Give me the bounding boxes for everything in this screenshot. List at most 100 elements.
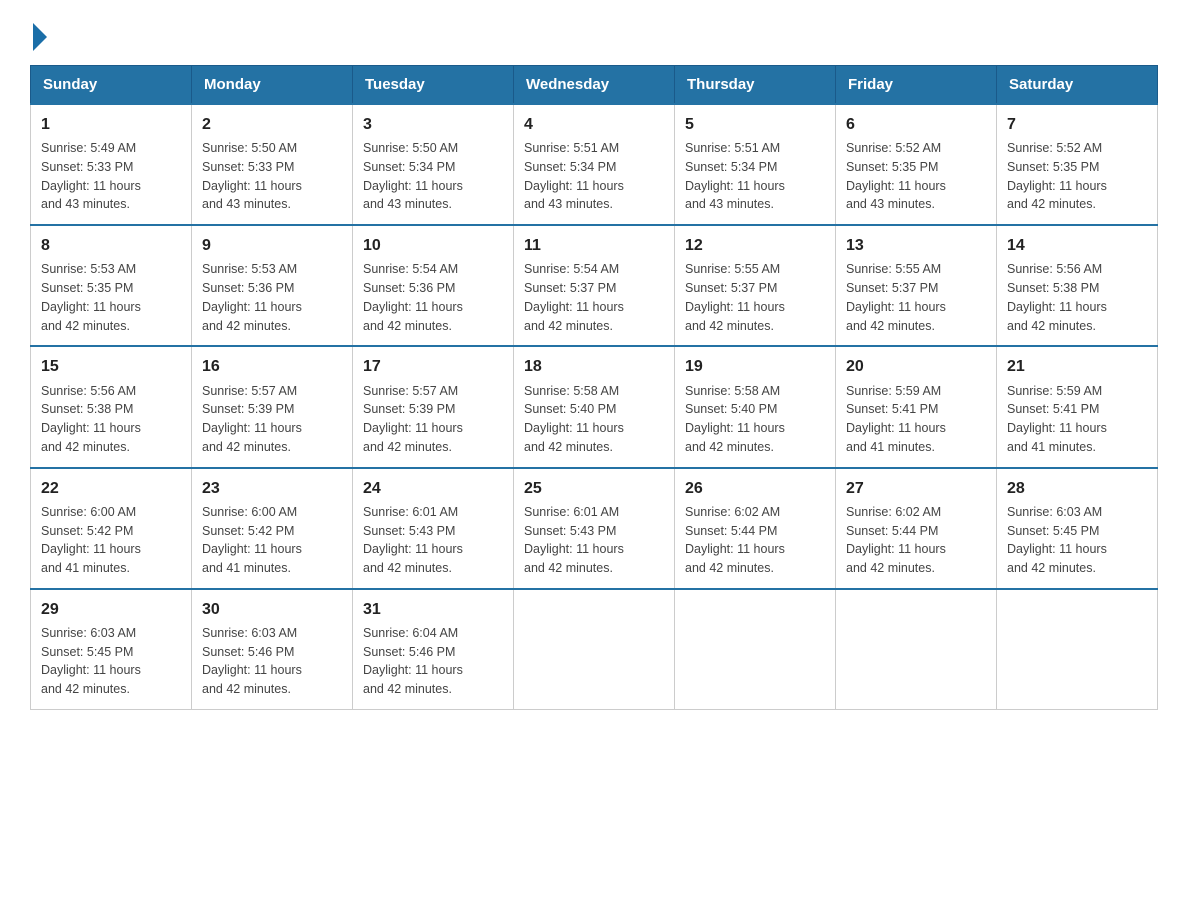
calendar-cell: 22 Sunrise: 6:00 AMSunset: 5:42 PMDayligh… [31, 468, 192, 589]
day-info: Sunrise: 6:00 AMSunset: 5:42 PMDaylight:… [41, 503, 181, 578]
day-info: Sunrise: 5:54 AMSunset: 5:37 PMDaylight:… [524, 260, 664, 335]
calendar-cell: 4Sunrise: 5:51 AMSunset: 5:34 PMDaylight… [514, 104, 675, 225]
week-row-5: 29Sunrise: 6:03 AMSunset: 5:45 PMDayligh… [31, 589, 1158, 710]
col-header-monday: Monday [192, 66, 353, 105]
calendar-cell: 18 Sunrise: 5:58 AMSunset: 5:40 PMDayligh… [514, 346, 675, 467]
day-info: Sunrise: 5:51 AMSunset: 5:34 PMDaylight:… [685, 139, 825, 214]
page-header [30, 20, 1158, 47]
calendar-cell: 2 Sunrise: 5:50 AMSunset: 5:33 PMDaylight… [192, 104, 353, 225]
calendar-cell [675, 589, 836, 710]
day-number: 3 [363, 113, 503, 136]
day-number: 27 [846, 477, 986, 500]
calendar-cell [997, 589, 1158, 710]
day-number: 2 [202, 113, 342, 136]
logo-triangle-icon [33, 23, 47, 51]
day-info: Sunrise: 5:50 AMSunset: 5:33 PMDaylight:… [202, 139, 342, 214]
day-number: 15 [41, 355, 181, 378]
calendar-cell: 19 Sunrise: 5:58 AMSunset: 5:40 PMDayligh… [675, 346, 836, 467]
day-number: 17 [363, 355, 503, 378]
logo-top [30, 25, 47, 51]
day-info: Sunrise: 5:59 AMSunset: 5:41 PMDaylight:… [1007, 382, 1147, 457]
day-info: Sunrise: 6:02 AMSunset: 5:44 PMDaylight:… [685, 503, 825, 578]
day-info: Sunrise: 5:51 AMSunset: 5:34 PMDaylight:… [524, 139, 664, 214]
day-number: 24 [363, 477, 503, 500]
day-number: 18 [524, 355, 664, 378]
day-info: Sunrise: 5:58 AMSunset: 5:40 PMDaylight:… [524, 382, 664, 457]
calendar-cell: 27 Sunrise: 6:02 AMSunset: 5:44 PMDayligh… [836, 468, 997, 589]
day-info: Sunrise: 6:04 AMSunset: 5:46 PMDaylight:… [363, 624, 503, 699]
day-info: Sunrise: 6:01 AMSunset: 5:43 PMDaylight:… [363, 503, 503, 578]
day-number: 5 [685, 113, 825, 136]
calendar-cell: 31 Sunrise: 6:04 AMSunset: 5:46 PMDayligh… [353, 589, 514, 710]
day-number: 21 [1007, 355, 1147, 378]
calendar-cell: 10Sunrise: 5:54 AMSunset: 5:36 PMDayligh… [353, 225, 514, 346]
calendar-cell: 17 Sunrise: 5:57 AMSunset: 5:39 PMDayligh… [353, 346, 514, 467]
day-info: Sunrise: 5:58 AMSunset: 5:40 PMDaylight:… [685, 382, 825, 457]
day-number: 1 [41, 113, 181, 136]
calendar-cell: 29Sunrise: 6:03 AMSunset: 5:45 PMDayligh… [31, 589, 192, 710]
col-header-wednesday: Wednesday [514, 66, 675, 105]
calendar-cell: 11 Sunrise: 5:54 AMSunset: 5:37 PMDayligh… [514, 225, 675, 346]
day-number: 23 [202, 477, 342, 500]
calendar-cell: 8Sunrise: 5:53 AMSunset: 5:35 PMDaylight… [31, 225, 192, 346]
calendar-cell: 13Sunrise: 5:55 AMSunset: 5:37 PMDayligh… [836, 225, 997, 346]
col-header-tuesday: Tuesday [353, 66, 514, 105]
day-info: Sunrise: 5:52 AMSunset: 5:35 PMDaylight:… [1007, 139, 1147, 214]
calendar-cell: 6Sunrise: 5:52 AMSunset: 5:35 PMDaylight… [836, 104, 997, 225]
calendar-cell: 14Sunrise: 5:56 AMSunset: 5:38 PMDayligh… [997, 225, 1158, 346]
logo [30, 20, 47, 47]
calendar-cell: 26 Sunrise: 6:02 AMSunset: 5:44 PMDayligh… [675, 468, 836, 589]
day-number: 13 [846, 234, 986, 257]
day-number: 22 [41, 477, 181, 500]
calendar-cell: 20 Sunrise: 5:59 AMSunset: 5:41 PMDayligh… [836, 346, 997, 467]
calendar-cell: 9 Sunrise: 5:53 AMSunset: 5:36 PMDaylight… [192, 225, 353, 346]
calendar-cell: 7 Sunrise: 5:52 AMSunset: 5:35 PMDaylight… [997, 104, 1158, 225]
day-info: Sunrise: 5:55 AMSunset: 5:37 PMDaylight:… [685, 260, 825, 335]
col-header-sunday: Sunday [31, 66, 192, 105]
col-header-friday: Friday [836, 66, 997, 105]
day-number: 26 [685, 477, 825, 500]
day-info: Sunrise: 5:49 AMSunset: 5:33 PMDaylight:… [41, 139, 181, 214]
day-info: Sunrise: 5:50 AMSunset: 5:34 PMDaylight:… [363, 139, 503, 214]
day-number: 28 [1007, 477, 1147, 500]
day-number: 31 [363, 598, 503, 621]
week-row-4: 22 Sunrise: 6:00 AMSunset: 5:42 PMDayligh… [31, 468, 1158, 589]
day-info: Sunrise: 5:59 AMSunset: 5:41 PMDaylight:… [846, 382, 986, 457]
week-row-2: 8Sunrise: 5:53 AMSunset: 5:35 PMDaylight… [31, 225, 1158, 346]
day-info: Sunrise: 5:54 AMSunset: 5:36 PMDaylight:… [363, 260, 503, 335]
day-number: 9 [202, 234, 342, 257]
calendar-cell: 15 Sunrise: 5:56 AMSunset: 5:38 PMDayligh… [31, 346, 192, 467]
day-info: Sunrise: 6:02 AMSunset: 5:44 PMDaylight:… [846, 503, 986, 578]
day-number: 29 [41, 598, 181, 621]
day-info: Sunrise: 5:53 AMSunset: 5:36 PMDaylight:… [202, 260, 342, 335]
calendar-cell: 21 Sunrise: 5:59 AMSunset: 5:41 PMDayligh… [997, 346, 1158, 467]
calendar-cell: 25Sunrise: 6:01 AMSunset: 5:43 PMDayligh… [514, 468, 675, 589]
day-info: Sunrise: 5:57 AMSunset: 5:39 PMDaylight:… [202, 382, 342, 457]
day-info: Sunrise: 6:03 AMSunset: 5:45 PMDaylight:… [1007, 503, 1147, 578]
day-number: 14 [1007, 234, 1147, 257]
day-number: 25 [524, 477, 664, 500]
calendar-cell [514, 589, 675, 710]
day-number: 8 [41, 234, 181, 257]
week-row-3: 15 Sunrise: 5:56 AMSunset: 5:38 PMDayligh… [31, 346, 1158, 467]
calendar-cell: 28 Sunrise: 6:03 AMSunset: 5:45 PMDayligh… [997, 468, 1158, 589]
calendar-cell: 30Sunrise: 6:03 AMSunset: 5:46 PMDayligh… [192, 589, 353, 710]
day-number: 30 [202, 598, 342, 621]
calendar-cell [836, 589, 997, 710]
day-number: 20 [846, 355, 986, 378]
day-info: Sunrise: 6:00 AMSunset: 5:42 PMDaylight:… [202, 503, 342, 578]
day-info: Sunrise: 5:57 AMSunset: 5:39 PMDaylight:… [363, 382, 503, 457]
week-row-1: 1 Sunrise: 5:49 AMSunset: 5:33 PMDaylight… [31, 104, 1158, 225]
day-number: 19 [685, 355, 825, 378]
day-info: Sunrise: 5:56 AMSunset: 5:38 PMDaylight:… [41, 382, 181, 457]
calendar-cell: 12Sunrise: 5:55 AMSunset: 5:37 PMDayligh… [675, 225, 836, 346]
day-number: 6 [846, 113, 986, 136]
day-number: 16 [202, 355, 342, 378]
calendar-cell: 24 Sunrise: 6:01 AMSunset: 5:43 PMDayligh… [353, 468, 514, 589]
calendar-cell: 16 Sunrise: 5:57 AMSunset: 5:39 PMDayligh… [192, 346, 353, 467]
col-header-saturday: Saturday [997, 66, 1158, 105]
calendar-cell: 23 Sunrise: 6:00 AMSunset: 5:42 PMDayligh… [192, 468, 353, 589]
calendar-cell: 3 Sunrise: 5:50 AMSunset: 5:34 PMDaylight… [353, 104, 514, 225]
day-number: 11 [524, 234, 664, 257]
day-number: 7 [1007, 113, 1147, 136]
